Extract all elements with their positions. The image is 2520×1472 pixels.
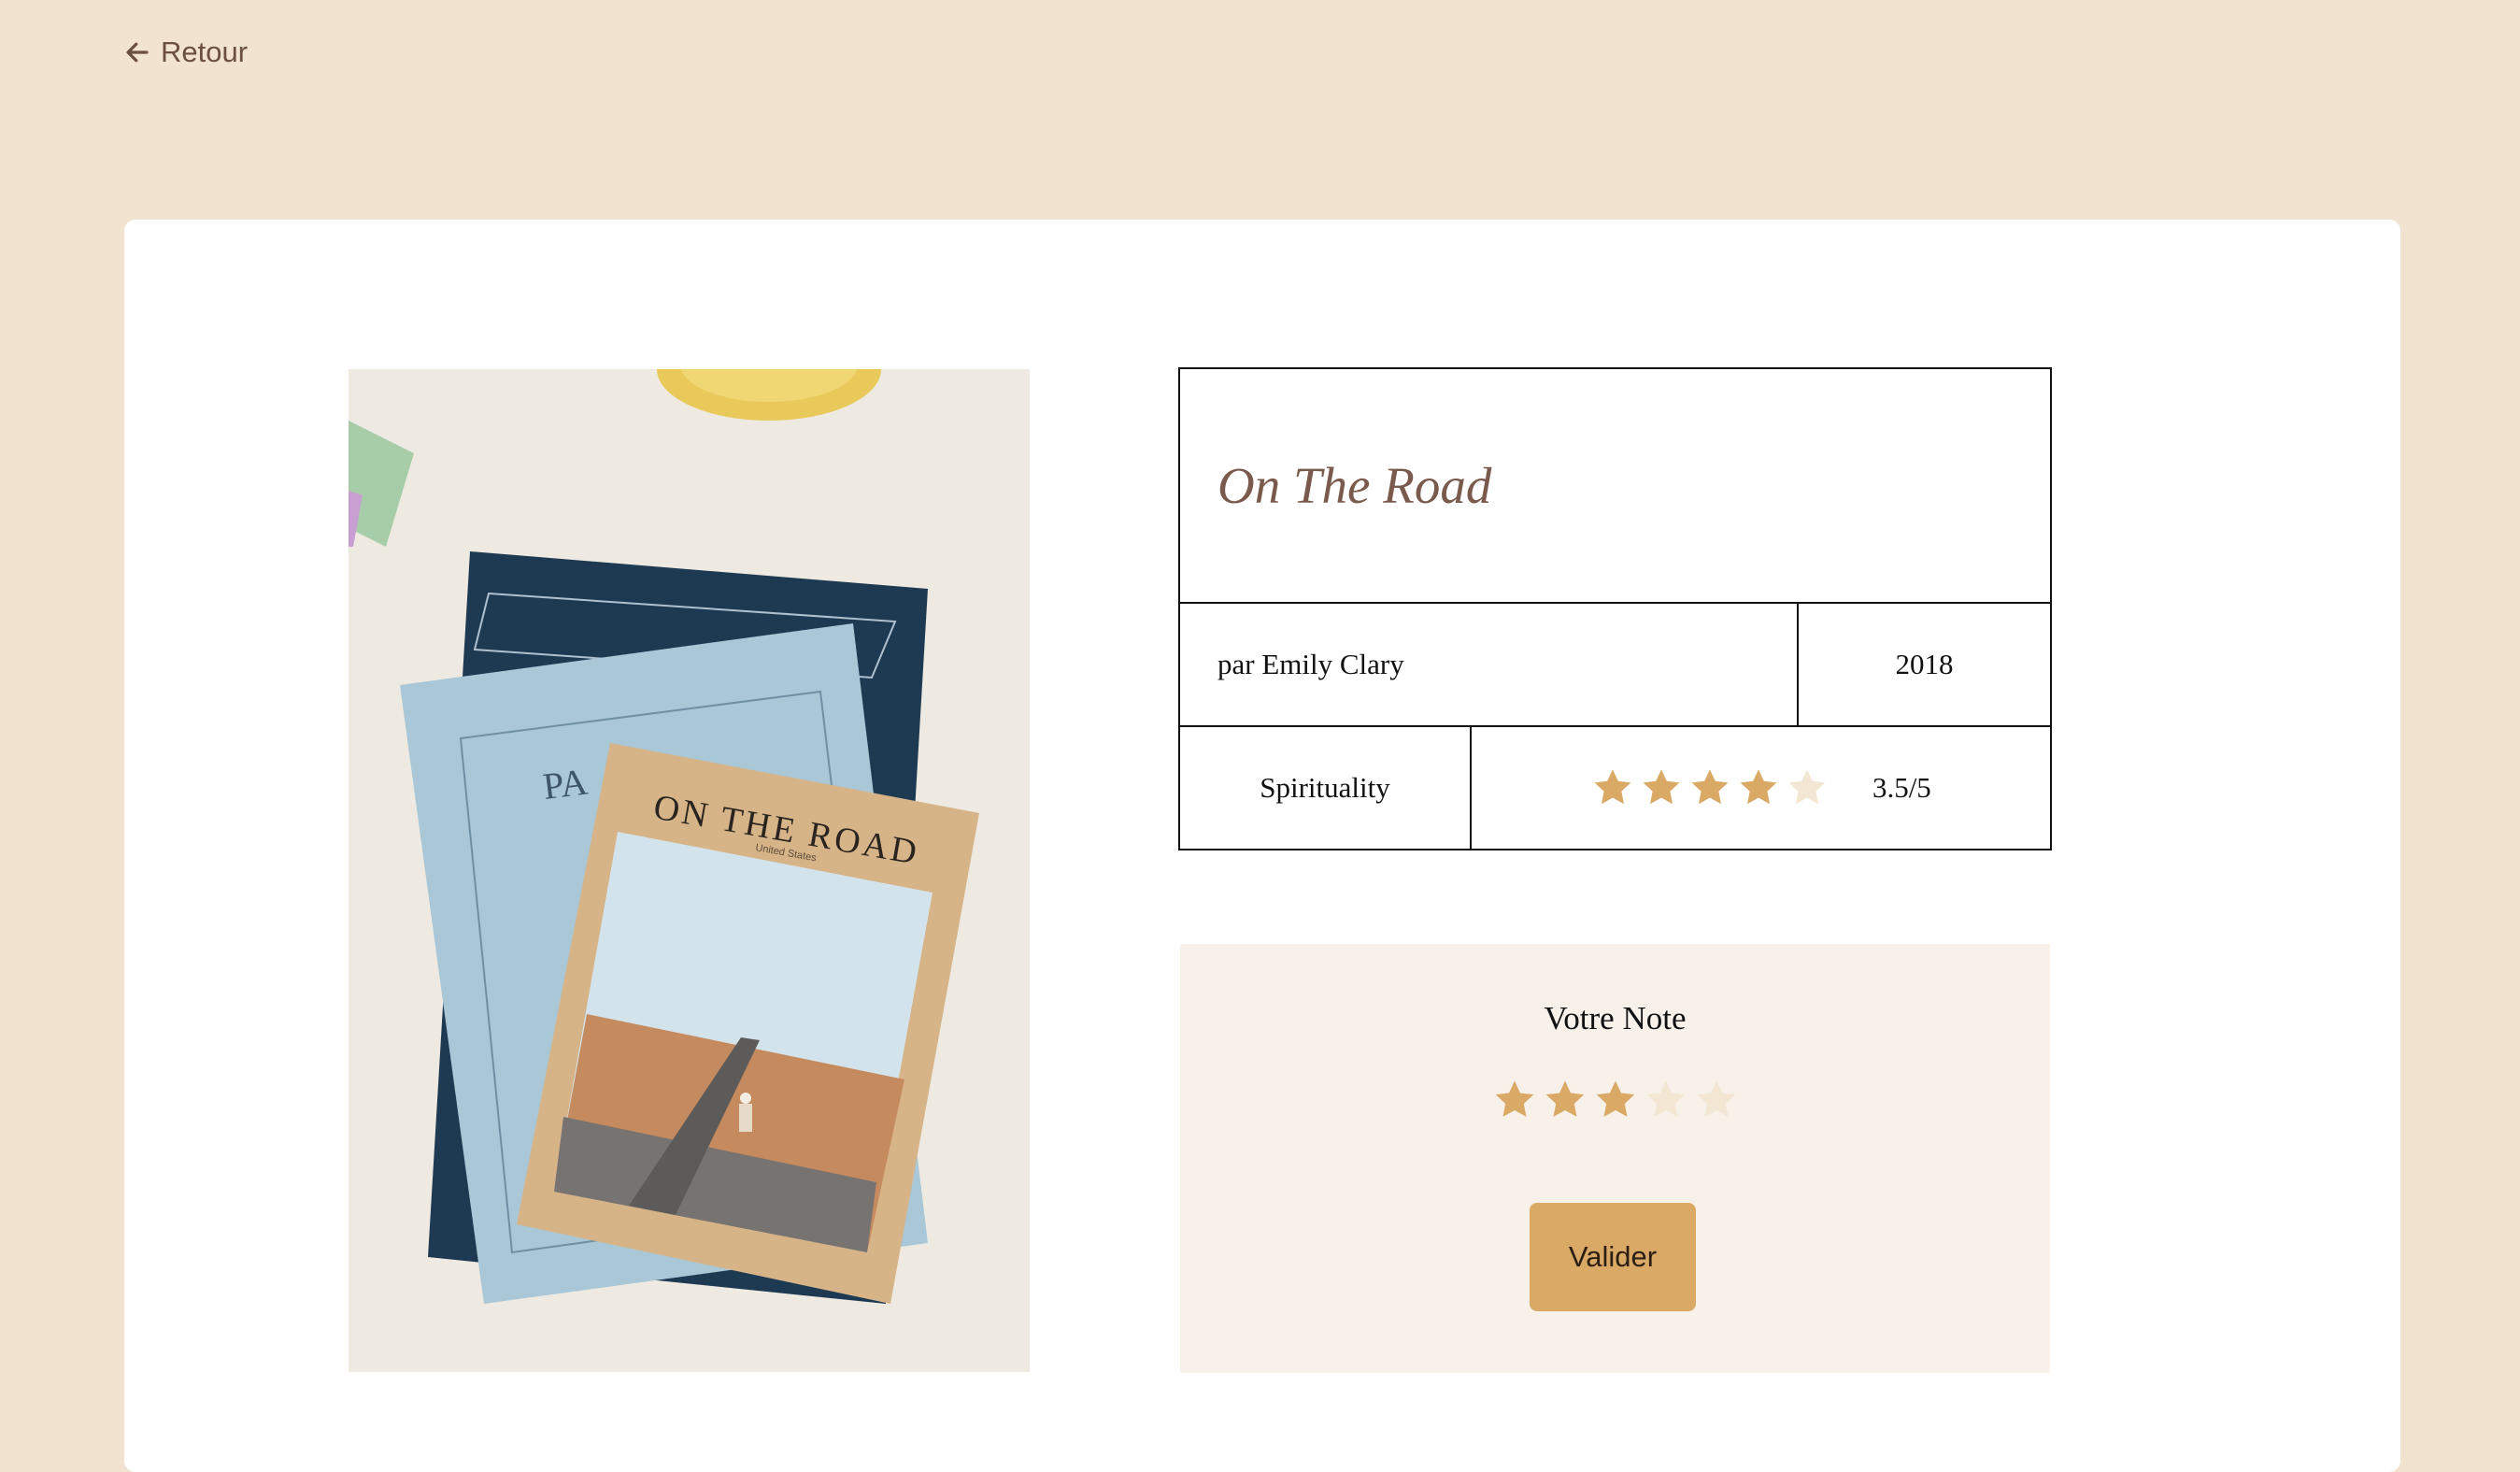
average-rating-stars xyxy=(1590,765,1829,810)
back-label: Retour xyxy=(161,36,249,68)
star-filled-icon[interactable] xyxy=(1491,1077,1538,1123)
user-rating-stars xyxy=(1180,1077,2050,1123)
star-filled-icon[interactable] xyxy=(1592,1077,1639,1123)
star-empty-icon xyxy=(1788,769,1826,805)
book-category: Spirituality xyxy=(1180,727,1472,849)
star-filled-icon xyxy=(1691,769,1729,805)
star-filled-icon[interactable] xyxy=(1542,1077,1588,1123)
star-filled-icon xyxy=(1643,769,1680,805)
back-link[interactable]: Retour xyxy=(123,36,248,69)
user-rating-title: Votre Note xyxy=(1544,1000,1687,1036)
average-rating-score: 3.5/5 xyxy=(1872,771,1931,804)
book-info-table: On The Road par Emily Clary 2018 Spiritu… xyxy=(1178,367,2052,850)
book-author: par Emily Clary xyxy=(1180,604,1799,725)
book-title: On The Road xyxy=(1178,367,2052,604)
star-empty-icon[interactable] xyxy=(1643,1077,1689,1123)
book-average-rating: 3.5/5 xyxy=(1471,727,2050,849)
user-rating-panel: Votre Note Valider xyxy=(1180,944,2050,1373)
book-cover-image: PA ON THE ROAD United States xyxy=(349,369,1030,1372)
book-detail-card: PA ON THE ROAD United States On The Road… xyxy=(124,220,2400,1472)
submit-rating-button[interactable]: Valider xyxy=(1530,1203,1696,1311)
star-filled-icon xyxy=(1740,769,1777,805)
star-empty-icon[interactable] xyxy=(1693,1077,1740,1123)
back-book-title: PA xyxy=(541,760,591,807)
star-filled-icon xyxy=(1594,769,1631,805)
arrow-left-icon xyxy=(126,42,149,63)
book-year: 2018 xyxy=(1895,648,1954,680)
